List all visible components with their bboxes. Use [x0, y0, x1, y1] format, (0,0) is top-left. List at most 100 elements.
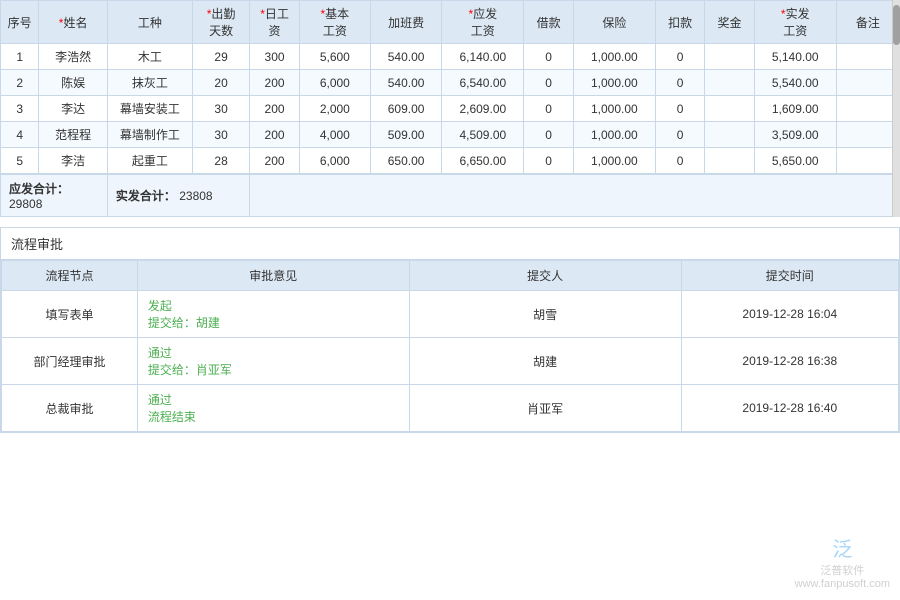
- submit-to: 流程结束: [148, 410, 196, 424]
- cell-name: 李洁: [39, 148, 108, 175]
- cell-borrow: 0: [524, 148, 573, 175]
- cell-remark: [836, 96, 899, 122]
- wf-status: 发起: [148, 297, 399, 314]
- cell-base: 2,000: [299, 96, 370, 122]
- cell-daily: 200: [250, 148, 299, 175]
- cell-overtime: 509.00: [370, 122, 441, 148]
- cell-deduct: 0: [655, 44, 704, 70]
- cell-seq: 3: [1, 96, 39, 122]
- signature-2: 肖亚军: [527, 402, 563, 416]
- cell-days: 20: [192, 70, 250, 96]
- cell-borrow: 0: [524, 70, 573, 96]
- workflow-row: 部门经理审批 通过 提交给：肖亚军 胡建 2019-12-28 16:38: [2, 338, 899, 385]
- salary-table: 序号 *姓名 工种 *出勤天数 *日工资 *基本工资 加班费 *应发工资 借款 …: [0, 0, 900, 217]
- actual-pay-value: 23808: [179, 189, 212, 203]
- wf-time: 2019-12-28 16:04: [681, 291, 898, 338]
- workflow-row: 填写表单 发起 提交给：胡建 胡雪 2019-12-28 16:04: [2, 291, 899, 338]
- wf-header-comment: 审批意见: [137, 261, 409, 291]
- cell-borrow: 0: [524, 96, 573, 122]
- cell-type: 幕墙安装工: [107, 96, 192, 122]
- cell-remark: [836, 70, 899, 96]
- cell-bonus: [705, 122, 754, 148]
- cell-deduct: 0: [655, 148, 704, 175]
- cell-actual-pay: 5,540.00: [754, 70, 836, 96]
- cell-days: 28: [192, 148, 250, 175]
- header-actual-pay: *实发工资: [754, 1, 836, 44]
- cell-deduct: 0: [655, 122, 704, 148]
- cell-actual-pay: 5,650.00: [754, 148, 836, 175]
- cell-overtime: 540.00: [370, 70, 441, 96]
- cell-should-pay: 6,540.00: [442, 70, 524, 96]
- cell-daily: 200: [250, 70, 299, 96]
- cell-insurance: 1,000.00: [573, 70, 655, 96]
- cell-bonus: [705, 70, 754, 96]
- cell-should-pay: 4,509.00: [442, 122, 524, 148]
- cell-insurance: 1,000.00: [573, 148, 655, 175]
- header-daily: *日工资: [250, 1, 299, 44]
- salary-row: 2 陈娱 抹灰工 20 200 6,000 540.00 6,540.00 0 …: [1, 70, 900, 96]
- cell-deduct: 0: [655, 70, 704, 96]
- wf-header-node: 流程节点: [2, 261, 138, 291]
- cell-type: 抹灰工: [107, 70, 192, 96]
- header-name: *姓名: [39, 1, 108, 44]
- should-pay-value: 29808: [9, 197, 42, 211]
- cell-remark: [836, 122, 899, 148]
- wf-comment: 通过 提交给：肖亚军: [137, 338, 409, 385]
- header-remark: 备注: [836, 1, 899, 44]
- wf-node: 填写表单: [2, 291, 138, 338]
- cell-remark: [836, 148, 899, 175]
- should-pay-label: 应发合计： 29808: [1, 174, 108, 217]
- header-overtime: 加班费: [370, 1, 441, 44]
- salary-row: 3 李达 幕墙安装工 30 200 2,000 609.00 2,609.00 …: [1, 96, 900, 122]
- cell-daily: 200: [250, 96, 299, 122]
- salary-row: 1 李浩然 木工 29 300 5,600 540.00 6,140.00 0 …: [1, 44, 900, 70]
- wf-status: 通过: [148, 391, 399, 408]
- cell-bonus: [705, 96, 754, 122]
- watermark-logo: 泛: [795, 533, 890, 562]
- wf-submitter: 肖亚军: [409, 385, 681, 432]
- cell-should-pay: 2,609.00: [442, 96, 524, 122]
- header-deduct: 扣款: [655, 1, 704, 44]
- workflow-table: 流程节点 审批意见 提交人 提交时间 填写表单 发起 提交给：胡建 胡雪 201…: [1, 260, 899, 432]
- wf-status: 通过: [148, 344, 399, 361]
- cell-type: 起重工: [107, 148, 192, 175]
- signature-1: 胡建: [533, 355, 557, 369]
- cell-days: 29: [192, 44, 250, 70]
- cell-name: 李浩然: [39, 44, 108, 70]
- cell-daily: 300: [250, 44, 299, 70]
- cell-seq: 1: [1, 44, 39, 70]
- cell-overtime: 609.00: [370, 96, 441, 122]
- cell-type: 木工: [107, 44, 192, 70]
- cell-type: 幕墙制作工: [107, 122, 192, 148]
- cell-base: 6,000: [299, 70, 370, 96]
- cell-name: 范程程: [39, 122, 108, 148]
- cell-days: 30: [192, 122, 250, 148]
- cell-insurance: 1,000.00: [573, 122, 655, 148]
- scrollbar[interactable]: [892, 0, 900, 217]
- header-bonus: 奖金: [705, 1, 754, 44]
- cell-actual-pay: 5,140.00: [754, 44, 836, 70]
- cell-should-pay: 6,140.00: [442, 44, 524, 70]
- summary-empty: [250, 174, 900, 217]
- cell-seq: 4: [1, 122, 39, 148]
- wf-comment: 通过 流程结束: [137, 385, 409, 432]
- wf-time: 2019-12-28 16:38: [681, 338, 898, 385]
- cell-base: 5,600: [299, 44, 370, 70]
- wf-node: 部门经理审批: [2, 338, 138, 385]
- cell-seq: 2: [1, 70, 39, 96]
- header-should-pay: *应发工资: [442, 1, 524, 44]
- wf-node: 总裁审批: [2, 385, 138, 432]
- cell-remark: [836, 44, 899, 70]
- workflow-row: 总裁审批 通过 流程结束 肖亚军 2019-12-28 16:40: [2, 385, 899, 432]
- signature-0: 胡雪: [533, 308, 557, 322]
- actual-pay-label: 实发合计： 23808: [107, 174, 250, 217]
- cell-borrow: 0: [524, 44, 573, 70]
- salary-row: 5 李洁 起重工 28 200 6,000 650.00 6,650.00 0 …: [1, 148, 900, 175]
- salary-row: 4 范程程 幕墙制作工 30 200 4,000 509.00 4,509.00…: [1, 122, 900, 148]
- header-seq: 序号: [1, 1, 39, 44]
- cell-bonus: [705, 44, 754, 70]
- cell-overtime: 540.00: [370, 44, 441, 70]
- cell-base: 4,000: [299, 122, 370, 148]
- header-days: *出勤天数: [192, 1, 250, 44]
- cell-days: 30: [192, 96, 250, 122]
